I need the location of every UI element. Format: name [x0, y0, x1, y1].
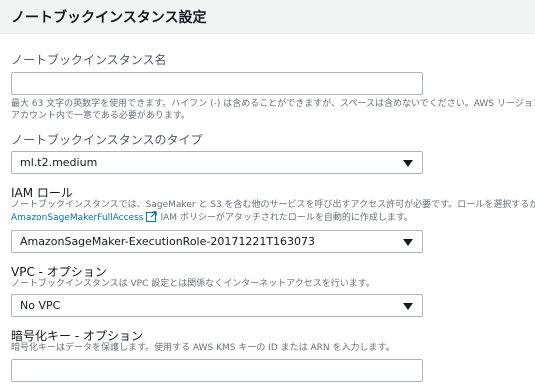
encryption-key-input[interactable]	[11, 359, 423, 382]
notebook-name-input[interactable]	[11, 72, 423, 95]
notebook-name-desc-line1: 最大 63 文字の英数字を使用できます。ハイフン (-) は含めることができます…	[11, 99, 535, 109]
caret-down-icon	[403, 239, 413, 246]
instance-type-label: ノートブックインスタンスのタイプ	[11, 133, 203, 147]
caret-down-icon	[403, 303, 413, 310]
vpc-value: No VPC	[20, 299, 61, 312]
vpc-description: ノートブックインスタンスは VPC 設定とは関係なくインターネットアクセスを行い…	[11, 279, 375, 289]
iam-role-desc-line1: ノートブックインスタンスでは、SageMaker と S3 を含む他のサービスを…	[11, 200, 535, 210]
instance-type-value: ml.t2.medium	[20, 156, 98, 169]
iam-role-desc-line2: AmazonSageMakerFullAccess IAM ポリシーがアタッチされ…	[11, 211, 535, 226]
vpc-select[interactable]: No VPC	[11, 294, 423, 317]
notebook-name-description: 最大 63 文字の英数字を使用できます。ハイフン (-) は含めることができます…	[11, 98, 535, 122]
notebook-name-desc-line2: アカウント内で一意である必要があります。	[11, 111, 191, 121]
iam-role-description: ノートブックインスタンスでは、SageMaker と S3 を含む他のサービスを…	[11, 199, 535, 226]
section-header: ノートブックインスタンス設定	[0, 0, 535, 34]
iam-role-desc-line2-text: IAM ポリシーがアタッチされたロールを自動的に作成します。	[160, 213, 414, 223]
external-link-icon[interactable]	[146, 211, 158, 226]
instance-type-select[interactable]: ml.t2.medium	[11, 151, 423, 174]
notebook-name-label: ノートブックインスタンス名	[11, 53, 167, 67]
encryption-key-description: 暗号化キーはデータを保護します。使用する AWS KMS キーの ID または …	[11, 343, 395, 353]
iam-role-select[interactable]: AmazonSageMaker-ExecutionRole-20171221T1…	[11, 230, 423, 253]
section-title: ノートブックインスタンス設定	[11, 10, 207, 26]
iam-role-value: AmazonSageMaker-ExecutionRole-20171221T1…	[20, 235, 316, 248]
full-access-policy-link[interactable]: AmazonSageMakerFullAccess	[11, 213, 143, 223]
caret-down-icon	[403, 160, 413, 167]
